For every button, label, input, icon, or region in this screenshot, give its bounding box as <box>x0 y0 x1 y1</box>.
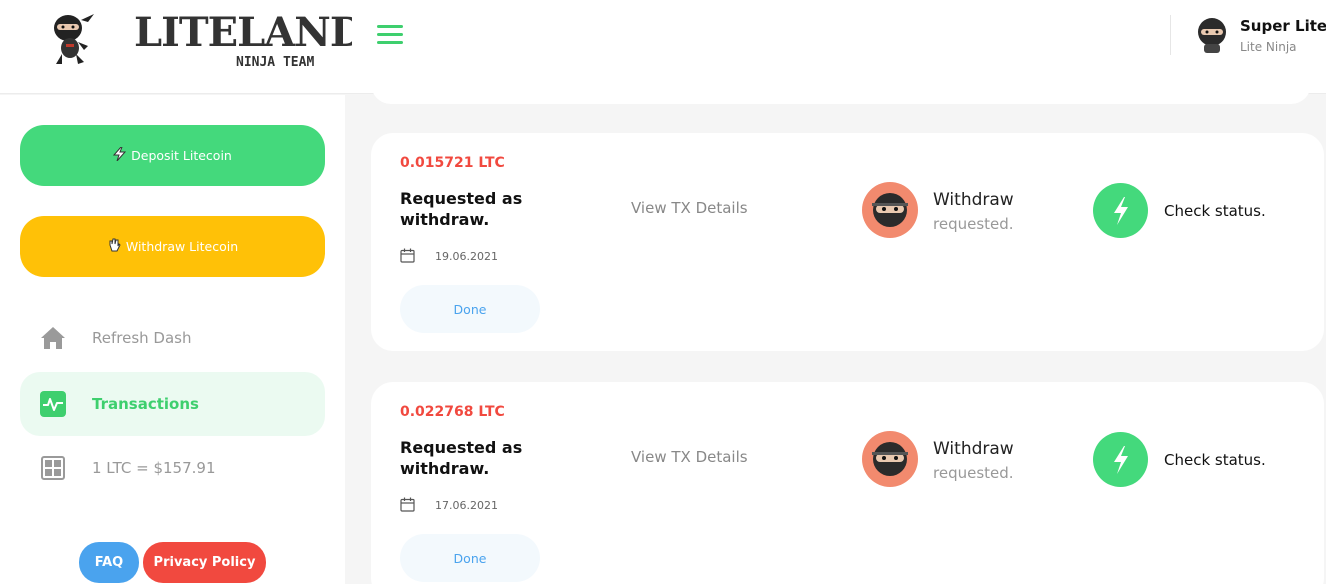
sidebar-item-label: Transactions <box>92 395 199 413</box>
grid-icon <box>40 455 66 481</box>
tx-title: Requested as withdraw. <box>400 438 523 478</box>
tx-type: Withdraw <box>933 439 1014 459</box>
logo-wordmark: LITELAND NINJA TEAM <box>134 9 352 70</box>
tx-type-sub: requested. <box>933 215 1014 233</box>
ninja-avatar <box>862 182 918 238</box>
home-icon <box>40 325 66 351</box>
sidebar-item-transactions[interactable]: Transactions <box>20 372 325 436</box>
tx-amount: 0.015721 LTC <box>400 155 505 171</box>
transaction-card: 0.022768 LTC Requested as withdraw. 17.0… <box>371 382 1324 584</box>
user-name[interactable]: Super Lite <box>1240 17 1326 35</box>
hamburger-icon[interactable] <box>377 25 403 45</box>
faq-button[interactable]: FAQ <box>79 542 139 583</box>
check-status-link[interactable]: Check status. <box>1164 202 1266 220</box>
tx-date: 17.06.2021 <box>435 499 498 512</box>
svg-text:LITELAND: LITELAND <box>134 9 352 56</box>
sidebar-item-label: Refresh Dash <box>92 329 192 347</box>
rate-label: 1 LTC = $157.91 <box>92 459 216 477</box>
tx-date: 19.06.2021 <box>435 250 498 263</box>
user-role: Lite Ninja <box>1240 40 1297 54</box>
view-tx-details-link[interactable]: View TX Details <box>631 448 748 466</box>
tx-type-sub: requested. <box>933 464 1014 482</box>
calendar-icon <box>400 497 415 512</box>
withdraw-label: Withdraw Litecoin <box>125 239 239 254</box>
sidebar-item-refresh-dash[interactable]: Refresh Dash <box>20 306 325 370</box>
avatar[interactable] <box>1195 17 1229 53</box>
bolt-icon[interactable] <box>1093 432 1148 487</box>
bolt-icon[interactable] <box>1093 183 1148 238</box>
privacy-policy-button[interactable]: Privacy Policy <box>143 542 266 583</box>
done-button[interactable]: Done <box>400 534 540 582</box>
liteland-logo[interactable]: LITELAND NINJA TEAM <box>48 6 352 72</box>
hand-icon <box>107 238 121 255</box>
pulse-icon <box>40 391 66 417</box>
tx-amount: 0.022768 LTC <box>400 404 505 420</box>
previous-card-bottom <box>371 84 1311 104</box>
header-divider <box>1170 15 1171 55</box>
check-status-link[interactable]: Check status. <box>1164 451 1266 469</box>
top-header: LITELAND NINJA TEAM Super Lite Lite Ninj… <box>0 0 1326 94</box>
calendar-icon <box>400 248 415 263</box>
tx-type: Withdraw <box>933 190 1014 210</box>
ninja-mascot-icon <box>54 14 94 64</box>
sidebar: Deposit Litecoin Withdraw Litecoin Refre… <box>0 95 345 584</box>
ninja-avatar <box>862 431 918 487</box>
deposit-label: Deposit Litecoin <box>131 148 232 163</box>
view-tx-details-link[interactable]: View TX Details <box>631 199 748 217</box>
deposit-litecoin-button[interactable]: Deposit Litecoin <box>20 125 325 186</box>
svg-text:NINJA TEAM: NINJA TEAM <box>236 55 314 70</box>
bolt-icon <box>113 146 127 164</box>
withdraw-litecoin-button[interactable]: Withdraw Litecoin <box>20 216 325 277</box>
tx-title: Requested as withdraw. <box>400 189 523 229</box>
ltc-rate: 1 LTC = $157.91 <box>20 436 325 500</box>
transaction-card: 0.015721 LTC Requested as withdraw. 19.0… <box>371 133 1324 351</box>
done-button[interactable]: Done <box>400 285 540 333</box>
